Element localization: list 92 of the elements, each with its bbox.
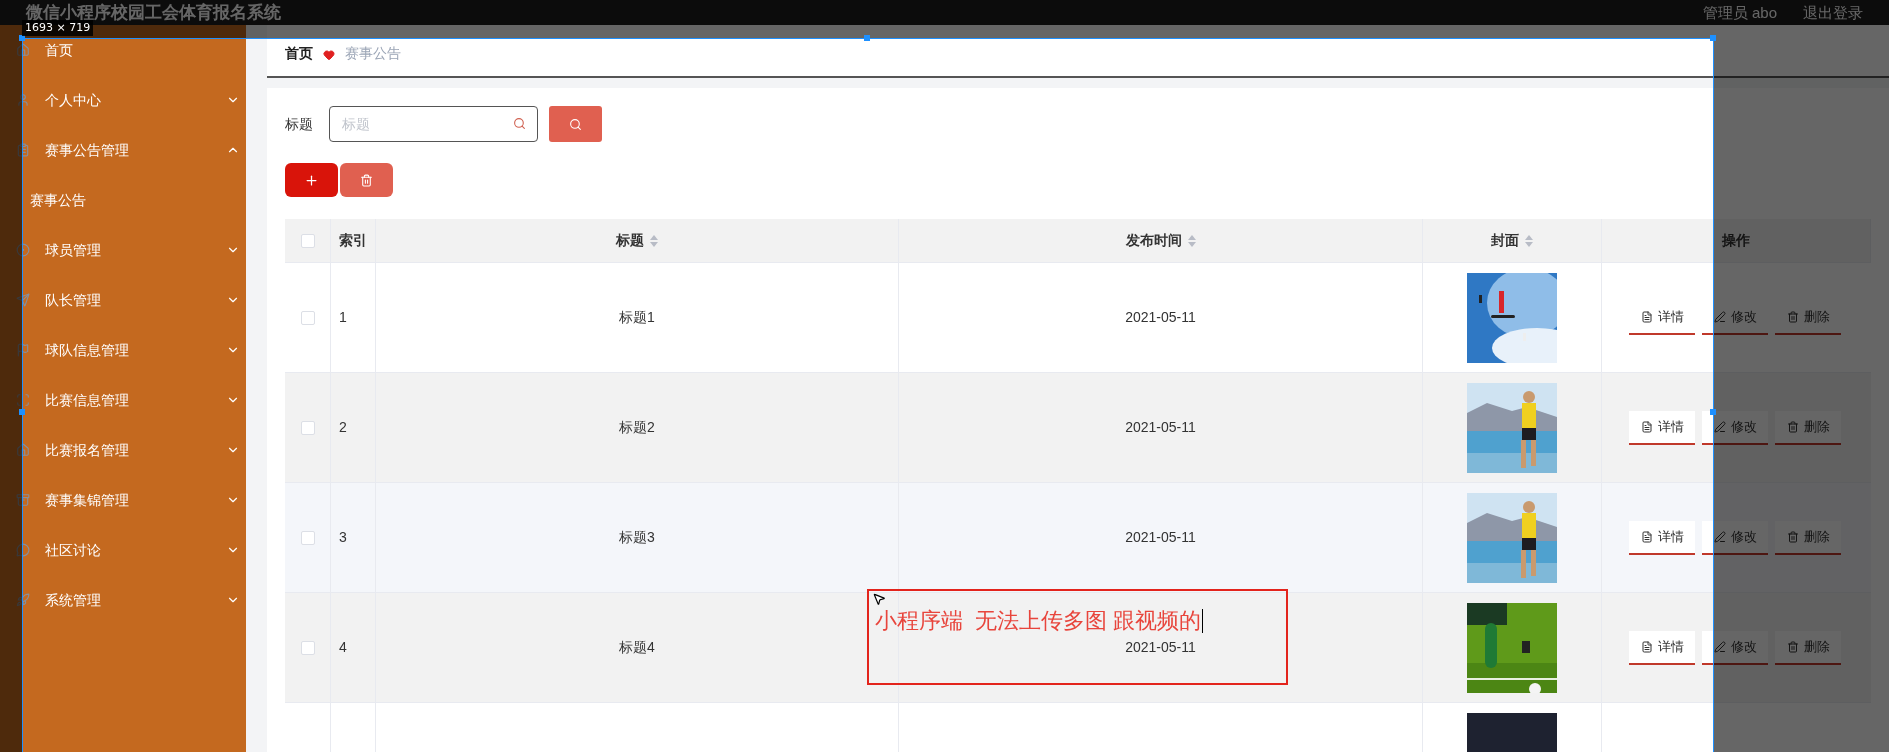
table-cell-text: 标题3 — [619, 528, 655, 547]
table-cell-text: 2021-05-11 — [1125, 528, 1196, 547]
sidebar-item[interactable]: 系统管理 — [45, 589, 101, 611]
table-cell-text: 3 — [339, 528, 347, 547]
sidebar-item[interactable]: 个人中心 — [45, 89, 101, 111]
sort-icon[interactable] — [1187, 234, 1196, 247]
user-icon — [16, 93, 30, 107]
sort-icon[interactable] — [1525, 234, 1533, 247]
sidebar-item[interactable]: 球员管理 — [45, 239, 101, 261]
table-cell-text: 标题4 — [619, 638, 655, 657]
document-icon — [1640, 310, 1653, 323]
home-icon — [16, 43, 30, 57]
table-cell-text: 2021-05-11 — [1125, 308, 1196, 327]
frame-icon — [16, 393, 30, 407]
trash-icon — [1786, 310, 1799, 323]
sidebar-item[interactable]: 球队信息管理 — [45, 339, 129, 361]
edit-button[interactable]: 修改 — [1702, 520, 1768, 555]
resize-handle[interactable] — [864, 35, 870, 41]
size-label: 1693 × 719 — [22, 20, 94, 36]
column-header[interactable]: 发布时间 — [1125, 230, 1182, 251]
app-title: 微信小程序校园工会体育报名系统 — [26, 2, 281, 23]
sidebar-item[interactable]: 比赛报名管理 — [45, 439, 129, 461]
checkbox[interactable] — [300, 530, 315, 545]
details-button[interactable]: 详情 — [1629, 630, 1695, 665]
search-icon — [513, 117, 526, 130]
document-icon — [1640, 530, 1653, 543]
search-field[interactable]: 标题 — [329, 106, 538, 142]
pen-icon — [1713, 530, 1726, 543]
heart-icon — [323, 49, 335, 61]
edit-button[interactable]: 修改 — [1702, 410, 1768, 445]
breadcrumb-link[interactable]: 首页 — [285, 43, 313, 64]
plus-icon — [304, 172, 319, 188]
house-icon — [16, 443, 30, 457]
table-cell-text: 标题1 — [619, 308, 655, 327]
target-icon — [16, 243, 30, 257]
table-cell-text: 2021-05-11 — [1125, 638, 1196, 657]
table-cell-text: 1 — [339, 308, 347, 327]
sidebar-item[interactable]: 比赛信息管理 — [45, 389, 129, 411]
column-header[interactable]: 封面 — [1491, 230, 1519, 251]
sidebar-item[interactable]: 首页 — [45, 39, 73, 61]
resize-handle[interactable] — [1710, 409, 1716, 415]
flag-icon — [16, 343, 30, 357]
search-button[interactable] — [549, 106, 602, 142]
table-cell-text: 标题2 — [619, 418, 655, 437]
sidebar-item[interactable]: 队长管理 — [45, 289, 101, 311]
pen-icon — [1713, 420, 1726, 433]
table-cell-text: 4 — [339, 638, 347, 657]
user-label: 管理员 abo — [1702, 3, 1777, 23]
column-header[interactable]: 标题 — [616, 230, 644, 251]
details-button[interactable]: 详情 — [1629, 410, 1695, 445]
resize-handle[interactable] — [19, 409, 25, 415]
pen-icon — [1713, 310, 1726, 323]
document-icon — [1640, 640, 1653, 653]
table-cell-text: 2 — [339, 418, 347, 437]
text-caret-icon — [1202, 609, 1204, 633]
sidebar-item[interactable]: 赛事公告管理 — [45, 139, 129, 161]
trash-icon — [1786, 420, 1799, 433]
delete-button[interactable]: 删除 — [1775, 630, 1841, 665]
checkbox[interactable] — [300, 640, 315, 655]
checkbox[interactable] — [300, 310, 315, 325]
paper-plane-icon — [16, 293, 30, 307]
checkbox[interactable] — [300, 233, 315, 248]
annotation-text: 小程序端 无法上传多图 跟视频的 — [875, 607, 1202, 635]
sidebar-item[interactable]: 社区讨论 — [45, 539, 101, 561]
search-icon — [569, 117, 582, 131]
breadcrumb-link[interactable]: 赛事公告 — [345, 43, 401, 64]
column-header: 操作 — [1722, 231, 1750, 250]
column-header: 索引 — [339, 231, 367, 250]
add-button[interactable] — [285, 163, 338, 197]
checkbox[interactable] — [300, 420, 315, 435]
resize-handle[interactable] — [19, 35, 25, 41]
chat-icon — [16, 543, 30, 557]
trash-icon — [1786, 530, 1799, 543]
pen-icon — [1713, 640, 1726, 653]
search-label: 标题 — [285, 114, 313, 134]
archive-icon — [16, 493, 30, 507]
rocket-icon — [16, 593, 30, 607]
delete-button[interactable]: 删除 — [1775, 520, 1841, 555]
sidebar-subitem[interactable]: 赛事公告 — [0, 175, 246, 225]
resize-handle[interactable] — [1710, 35, 1716, 41]
clipboard-icon — [16, 143, 30, 157]
sort-icon[interactable] — [650, 234, 658, 247]
document-icon — [1640, 420, 1653, 433]
sidebar-item[interactable]: 赛事集锦管理 — [45, 489, 129, 511]
logout-link[interactable]: 退出登录 — [1803, 0, 1863, 25]
table-cell-text: 2021-05-11 — [1125, 418, 1196, 437]
trash-icon — [1786, 640, 1799, 653]
delete-button[interactable] — [340, 163, 393, 197]
edit-button[interactable]: 修改 — [1702, 630, 1768, 665]
trash-icon — [360, 173, 373, 187]
delete-button[interactable]: 删除 — [1775, 410, 1841, 445]
details-button[interactable]: 详情 — [1629, 520, 1695, 555]
